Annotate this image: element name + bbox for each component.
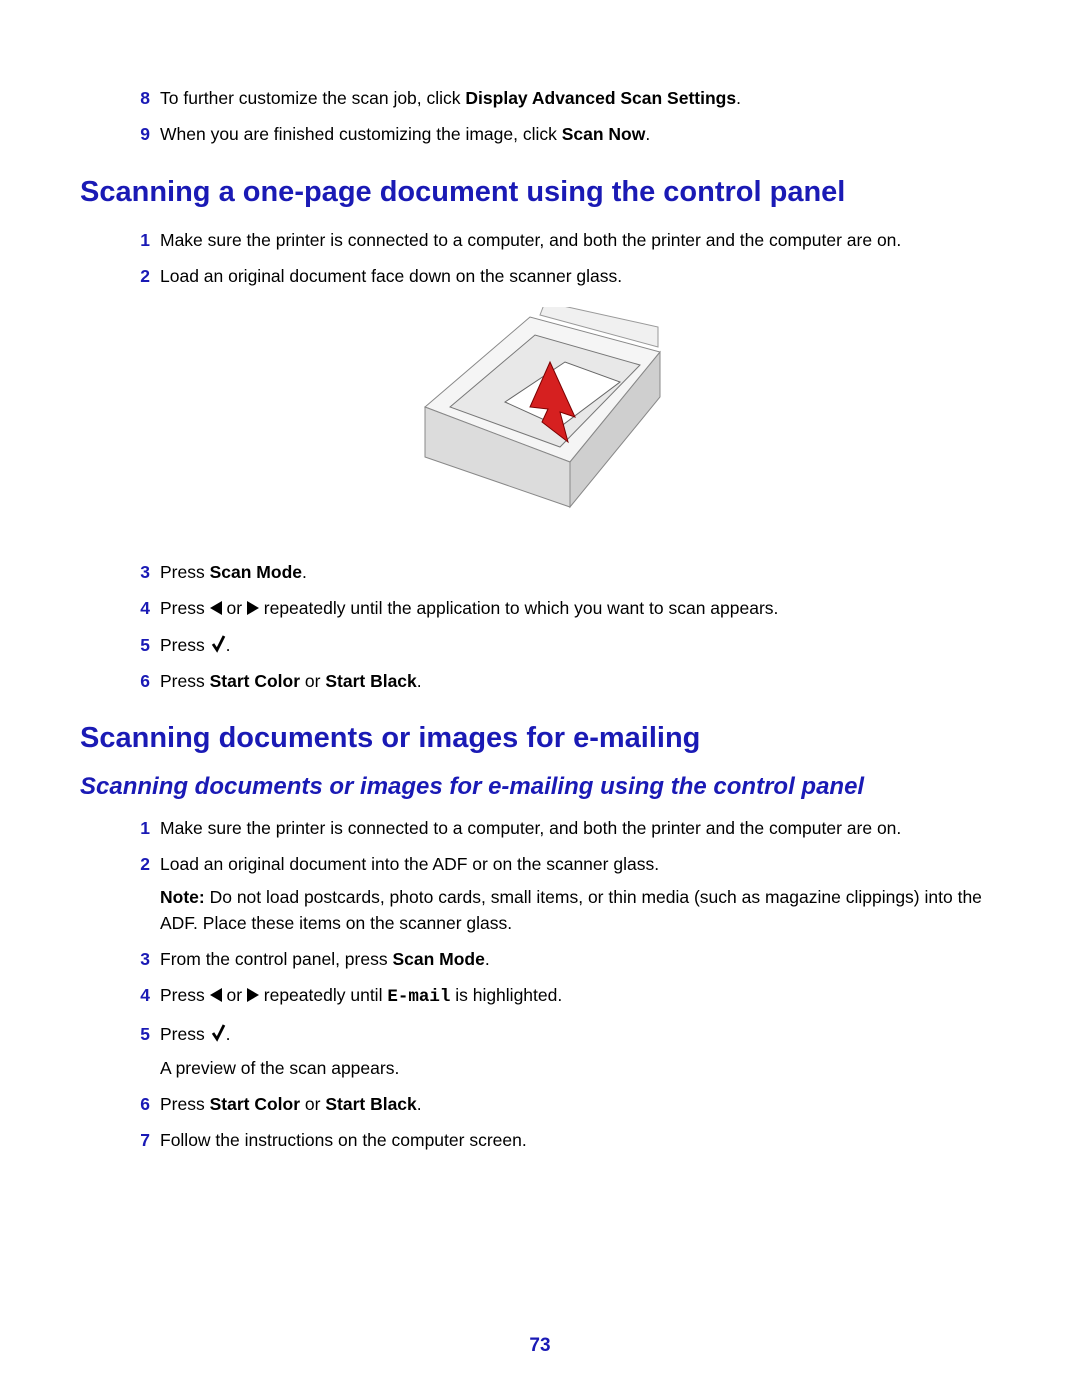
- continuation-list: 8 To further customize the scan job, cli…: [120, 85, 1000, 148]
- list-item: 4 Press or repeatedly until E-mail is hi…: [120, 982, 1000, 1010]
- list-item: 3 Press Scan Mode.: [120, 559, 1000, 585]
- step-text: Load an original document into the ADF o…: [160, 851, 1000, 936]
- checkmark-icon: [210, 634, 226, 654]
- step-number: 2: [120, 851, 160, 877]
- step-text: Press . A preview of the scan appears.: [160, 1021, 1000, 1082]
- list-item: 8 To further customize the scan job, cli…: [120, 85, 1000, 111]
- list-item: 2 Load an original document into the ADF…: [120, 851, 1000, 936]
- list-item: 5 Press . A preview of the scan appears.: [120, 1021, 1000, 1082]
- page-number: 73: [0, 1335, 1080, 1357]
- step-number: 9: [120, 121, 160, 147]
- list-item: 6 Press Start Color or Start Black.: [120, 1091, 1000, 1117]
- subsection-heading: Scanning documents or images for e-maili…: [80, 773, 1000, 801]
- step-text: Load an original document face down on t…: [160, 263, 1000, 289]
- follow-text: A preview of the scan appears.: [160, 1055, 1000, 1081]
- step-number: 3: [120, 559, 160, 585]
- left-arrow-icon: [210, 988, 222, 1002]
- step-text: Press Start Color or Start Black.: [160, 668, 1000, 694]
- section2-list: 1 Make sure the printer is connected to …: [120, 815, 1000, 1154]
- step-text: Make sure the printer is connected to a …: [160, 227, 1000, 253]
- step-text: Press or repeatedly until the applicatio…: [160, 595, 1000, 621]
- list-item: 2 Load an original document face down on…: [120, 263, 1000, 289]
- checkmark-icon: [210, 1023, 226, 1043]
- section1-list: 1 Make sure the printer is connected to …: [120, 227, 1000, 290]
- step-text: Press or repeatedly until E-mail is high…: [160, 982, 1000, 1010]
- list-item: 3 From the control panel, press Scan Mod…: [120, 946, 1000, 972]
- list-item: 7 Follow the instructions on the compute…: [120, 1127, 1000, 1153]
- left-arrow-icon: [210, 601, 222, 615]
- step-number: 7: [120, 1127, 160, 1153]
- step-number: 6: [120, 1091, 160, 1117]
- step-text: Press .: [160, 632, 1000, 658]
- step-text: From the control panel, press Scan Mode.: [160, 946, 1000, 972]
- step-text: Make sure the printer is connected to a …: [160, 815, 1000, 841]
- step-number: 8: [120, 85, 160, 111]
- step-number: 1: [120, 227, 160, 253]
- step-number: 1: [120, 815, 160, 841]
- list-item: 1 Make sure the printer is connected to …: [120, 815, 1000, 841]
- step-number: 4: [120, 595, 160, 621]
- step-number: 5: [120, 632, 160, 658]
- section-heading: Scanning documents or images for e-maili…: [80, 722, 1000, 755]
- step-number: 2: [120, 263, 160, 289]
- step-text: When you are finished customizing the im…: [160, 121, 1000, 147]
- scanner-glass-illustration: [410, 307, 670, 532]
- document-page: 8 To further customize the scan job, cli…: [0, 0, 1080, 1397]
- section1-list-cont: 3 Press Scan Mode. 4 Press or repeatedly…: [120, 559, 1000, 694]
- right-arrow-icon: [247, 988, 259, 1002]
- step-number: 5: [120, 1021, 160, 1047]
- list-item: 6 Press Start Color or Start Black.: [120, 668, 1000, 694]
- step-text: To further customize the scan job, click…: [160, 85, 1000, 111]
- step-text: Press Start Color or Start Black.: [160, 1091, 1000, 1117]
- list-item: 4 Press or repeatedly until the applicat…: [120, 595, 1000, 621]
- note: Note: Do not load postcards, photo cards…: [160, 884, 1000, 937]
- list-item: 9 When you are finished customizing the …: [120, 121, 1000, 147]
- list-item: 5 Press .: [120, 632, 1000, 658]
- step-text: Press Scan Mode.: [160, 559, 1000, 585]
- step-number: 3: [120, 946, 160, 972]
- step-text: Follow the instructions on the computer …: [160, 1127, 1000, 1153]
- section-heading: Scanning a one-page document using the c…: [80, 176, 1000, 209]
- step-number: 4: [120, 982, 160, 1008]
- scanner-illustration: [80, 307, 1000, 537]
- step-number: 6: [120, 668, 160, 694]
- list-item: 1 Make sure the printer is connected to …: [120, 227, 1000, 253]
- right-arrow-icon: [247, 601, 259, 615]
